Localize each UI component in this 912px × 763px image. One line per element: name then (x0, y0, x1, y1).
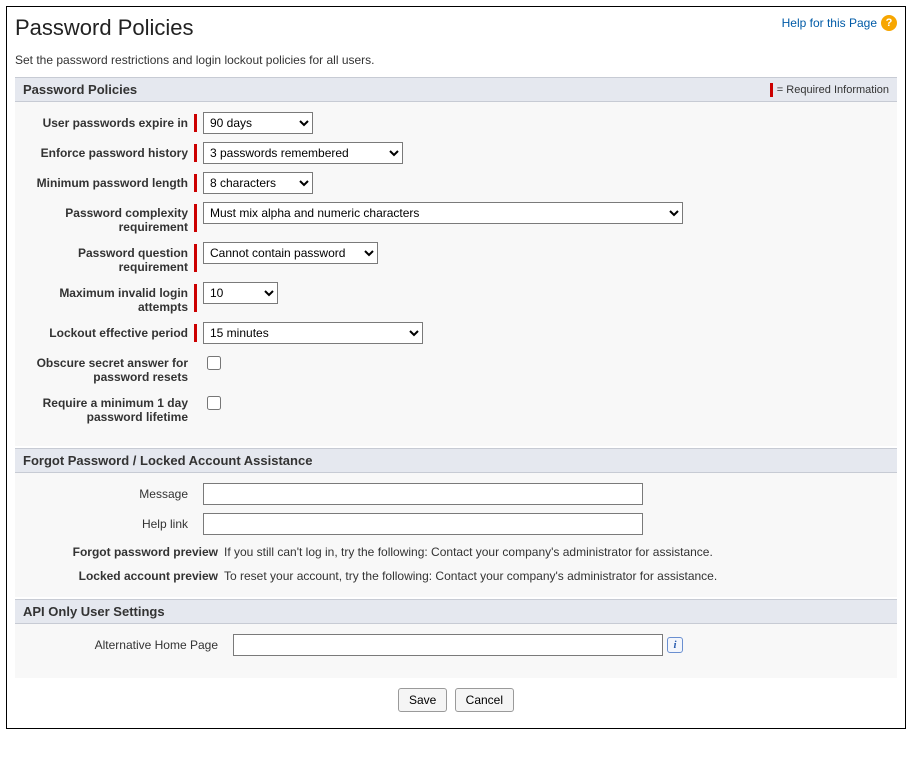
input-althome[interactable] (233, 634, 663, 656)
label-obscure: Obscure secret answer for password reset… (23, 352, 188, 384)
label-lockout: Lockout effective period (23, 322, 188, 340)
section-title-api: API Only User Settings (23, 604, 165, 619)
required-indicator-empty (194, 354, 197, 382)
input-message[interactable] (203, 483, 643, 505)
help-link-text: Help for this Page (782, 16, 877, 30)
text-locked-preview: To reset your account, try the following… (224, 567, 889, 583)
page-description: Set the password restrictions and login … (15, 53, 897, 67)
label-helplink: Help link (23, 513, 188, 531)
select-expire[interactable]: 90 days (203, 112, 313, 134)
label-althome: Alternative Home Page (23, 634, 218, 652)
select-lockout[interactable]: 15 minutes (203, 322, 423, 344)
required-indicator (194, 114, 197, 132)
required-indicator (194, 144, 197, 162)
required-indicator (194, 284, 197, 312)
section-header-api: API Only User Settings (15, 599, 897, 624)
required-indicator (194, 244, 197, 272)
section-title-policies: Password Policies (23, 82, 137, 97)
required-bar-icon (770, 83, 773, 97)
section-header-forgot: Forgot Password / Locked Account Assista… (15, 448, 897, 473)
text-forgot-preview: If you still can't log in, try the follo… (224, 543, 889, 559)
checkbox-min1day[interactable] (207, 396, 221, 410)
required-info-text: = Required Information (777, 84, 889, 96)
input-helplink[interactable] (203, 513, 643, 535)
required-indicator (194, 174, 197, 192)
label-min1day: Require a minimum 1 day password lifetim… (23, 392, 188, 424)
section-title-forgot: Forgot Password / Locked Account Assista… (23, 453, 312, 468)
select-history[interactable]: 3 passwords remembered (203, 142, 403, 164)
required-info-note: = Required Information (770, 83, 889, 97)
label-locked-preview: Locked account preview (23, 567, 218, 583)
save-button[interactable]: Save (398, 688, 447, 712)
select-maxinvalid[interactable]: 10 (203, 282, 278, 304)
label-message: Message (23, 483, 188, 501)
required-indicator (194, 204, 197, 232)
label-expire: User passwords expire in (23, 112, 188, 130)
label-history: Enforce password history (23, 142, 188, 160)
cancel-button[interactable]: Cancel (455, 688, 514, 712)
label-question: Password question requirement (23, 242, 188, 274)
label-maxinvalid: Maximum invalid login attempts (23, 282, 188, 314)
select-question[interactable]: Cannot contain password (203, 242, 378, 264)
label-complexity: Password complexity requirement (23, 202, 188, 234)
section-header-policies: Password Policies = Required Information (15, 77, 897, 102)
label-minlen: Minimum password length (23, 172, 188, 190)
help-for-page-link[interactable]: Help for this Page ? (782, 15, 897, 31)
page-title: Password Policies (15, 15, 194, 41)
select-complexity[interactable]: Must mix alpha and numeric characters (203, 202, 683, 224)
help-icon: ? (881, 15, 897, 31)
label-forgot-preview: Forgot password preview (23, 543, 218, 559)
required-indicator (194, 324, 197, 342)
checkbox-obscure[interactable] (207, 356, 221, 370)
select-minlen[interactable]: 8 characters (203, 172, 313, 194)
info-icon[interactable]: i (667, 637, 683, 653)
required-indicator-empty (194, 394, 197, 422)
